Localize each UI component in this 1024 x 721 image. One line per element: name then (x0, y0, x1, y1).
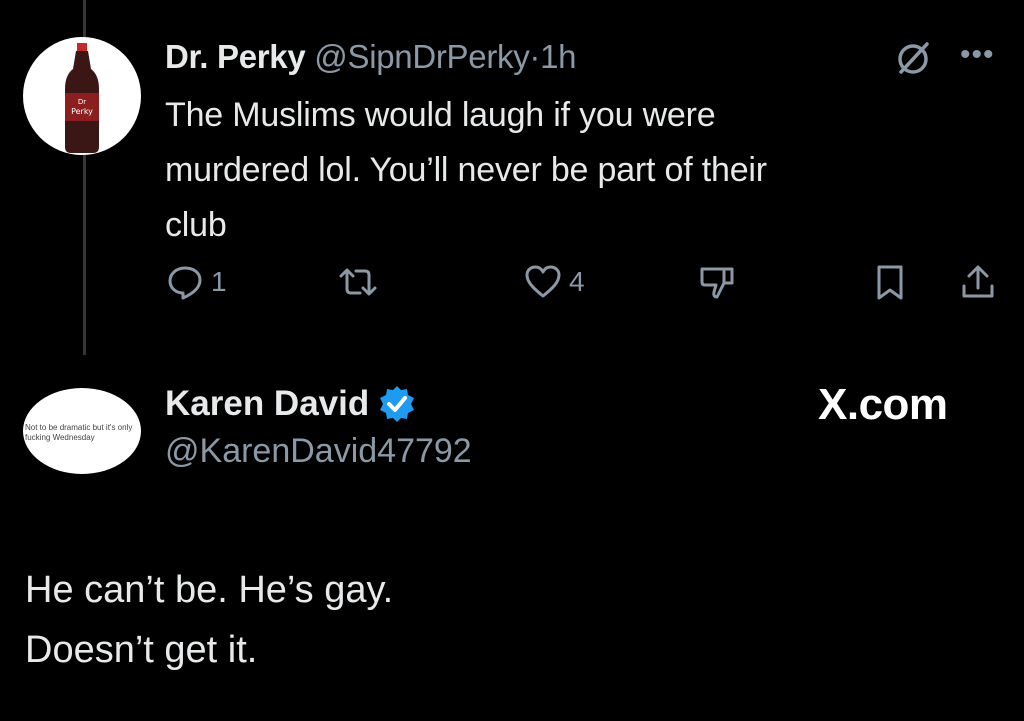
retweet-button[interactable] (338, 262, 378, 302)
display-name[interactable]: Karen David (165, 384, 369, 424)
avatar-caption: Not to be dramatic but it's only fucking… (25, 423, 133, 442)
display-name-row: Karen David (165, 384, 417, 424)
dislike-icon (700, 267, 734, 299)
more-icon[interactable]: ••• (960, 38, 995, 72)
avatar[interactable]: Not to be dramatic but it's only fucking… (23, 388, 141, 474)
user-handle[interactable]: @KarenDavid47792 (165, 432, 472, 471)
dislike-button[interactable] (697, 262, 737, 302)
bookmark-button[interactable] (870, 262, 910, 302)
reply-count: 1 (211, 266, 227, 297)
soda-bottle-logo: Dr Perky (65, 43, 99, 153)
like-icon (525, 265, 561, 298)
avatar[interactable]: Dr Perky (23, 37, 141, 155)
grok-icon[interactable] (893, 38, 933, 78)
tweet-text-line: club (165, 206, 227, 244)
tweet-text-line: Doesn’t get it. (25, 629, 258, 671)
share-icon (962, 265, 994, 298)
watermark: X.com (818, 380, 948, 429)
bookmark-icon (877, 265, 903, 300)
reply-icon (168, 266, 202, 300)
svg-text:Dr: Dr (78, 98, 86, 106)
display-name[interactable]: Dr. Perky (165, 38, 306, 75)
verified-badge-icon (380, 386, 415, 422)
retweet-icon (339, 268, 377, 296)
tweet-action-bar: 1 4 (0, 262, 1024, 306)
user-handle[interactable]: @SipnDrPerky (314, 38, 529, 75)
timestamp[interactable]: 1h (540, 38, 576, 75)
reply-button[interactable]: 1 (165, 262, 227, 302)
share-button[interactable] (958, 262, 998, 302)
tweet-text-line: The Muslims would laugh if you were (165, 96, 716, 134)
svg-text:Perky: Perky (71, 107, 93, 116)
tweet-text: The Muslims would laugh if you were murd… (165, 88, 945, 253)
like-count: 4 (569, 266, 585, 297)
tweet-text: He can’t be. He’s gay. Doesn’t get it. (25, 560, 393, 680)
tweet-text-line: He can’t be. He’s gay. (25, 569, 394, 611)
tweet-header: Dr. Perky @SipnDrPerky·1h (165, 38, 577, 76)
tweet-text-line: murdered lol. You’ll never be part of th… (165, 151, 767, 189)
dot-separator: · (529, 38, 541, 75)
like-button[interactable]: 4 (523, 262, 585, 302)
